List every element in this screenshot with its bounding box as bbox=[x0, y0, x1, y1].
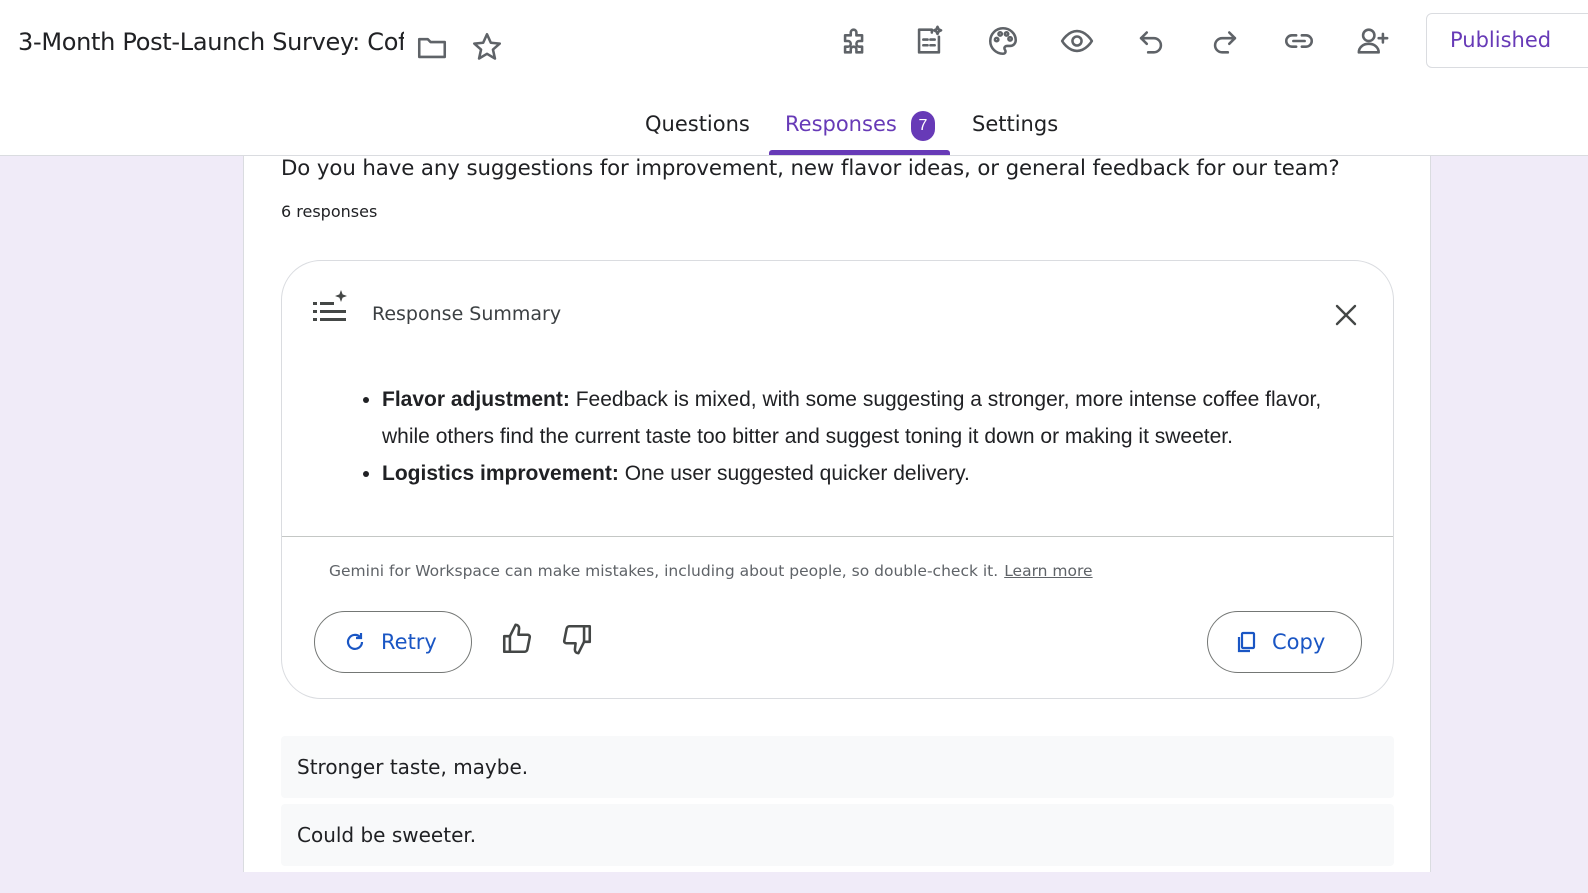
preview-eye-icon[interactable] bbox=[1057, 21, 1097, 61]
app-header: 3-Month Post-Launch Survey: Coffee Flavo… bbox=[0, 0, 1588, 156]
question-text: Do you have any suggestions for improvem… bbox=[281, 156, 1340, 181]
summary-divider bbox=[282, 536, 1393, 537]
summary-bullet-item: Logistics improvement: One user suggeste… bbox=[382, 455, 1362, 492]
bullet-label: Flavor adjustment: bbox=[382, 388, 570, 411]
response-answer: Could be sweeter. bbox=[281, 804, 1394, 866]
tab-settings[interactable]: Settings bbox=[972, 112, 1058, 136]
learn-more-link[interactable]: Learn more bbox=[1004, 562, 1092, 580]
disclaimer-text: Gemini for Workspace can make mistakes, … bbox=[329, 562, 999, 580]
form-title[interactable]: 3-Month Post-Launch Survey: Coffee Flavo… bbox=[18, 28, 404, 56]
folder-icon[interactable] bbox=[412, 27, 452, 67]
link-icon[interactable] bbox=[1279, 21, 1319, 61]
active-tab-indicator bbox=[769, 150, 950, 155]
question-response-card: Do you have any suggestions for improvem… bbox=[243, 156, 1431, 872]
tab-bar: Questions Responses 7 Settings bbox=[0, 100, 1588, 156]
close-icon[interactable] bbox=[1332, 301, 1360, 329]
retry-button[interactable]: Retry bbox=[314, 611, 472, 673]
response-summary-panel: Response Summary Flavor adjustment: Feed… bbox=[281, 260, 1394, 699]
bullet-text: One user suggested quicker delivery. bbox=[618, 462, 970, 485]
star-icon[interactable] bbox=[467, 27, 507, 67]
response-count: 6 responses bbox=[281, 202, 378, 221]
ai-form-icon[interactable] bbox=[909, 21, 949, 61]
ai-disclaimer: Gemini for Workspace can make mistakes, … bbox=[329, 562, 1093, 580]
palette-icon[interactable] bbox=[983, 21, 1023, 61]
add-collaborator-icon[interactable] bbox=[1353, 21, 1393, 61]
refresh-icon bbox=[346, 633, 364, 650]
summary-bullets: Flavor adjustment: Feedback is mixed, wi… bbox=[362, 381, 1362, 492]
thumbs-up-icon[interactable] bbox=[500, 622, 540, 662]
undo-icon[interactable] bbox=[1131, 21, 1171, 61]
summary-bullet-item: Flavor adjustment: Feedback is mixed, wi… bbox=[382, 381, 1362, 455]
published-button[interactable]: Published bbox=[1426, 13, 1588, 68]
redo-icon[interactable] bbox=[1205, 21, 1245, 61]
tab-questions[interactable]: Questions bbox=[645, 112, 750, 136]
responses-count-badge: 7 bbox=[911, 111, 935, 141]
addon-icon[interactable] bbox=[835, 21, 875, 61]
response-answer: Stronger taste, maybe. bbox=[281, 736, 1394, 798]
copy-label: Copy bbox=[1272, 630, 1326, 654]
bullet-label: Logistics improvement: bbox=[382, 462, 619, 485]
thumbs-down-icon[interactable] bbox=[560, 622, 600, 662]
summary-sparkle-list-icon bbox=[312, 289, 348, 325]
copy-icon bbox=[1237, 631, 1256, 653]
tab-responses[interactable]: Responses bbox=[785, 112, 897, 136]
summary-title: Response Summary bbox=[372, 303, 562, 325]
copy-button[interactable]: Copy bbox=[1207, 611, 1362, 673]
retry-label: Retry bbox=[381, 630, 437, 654]
